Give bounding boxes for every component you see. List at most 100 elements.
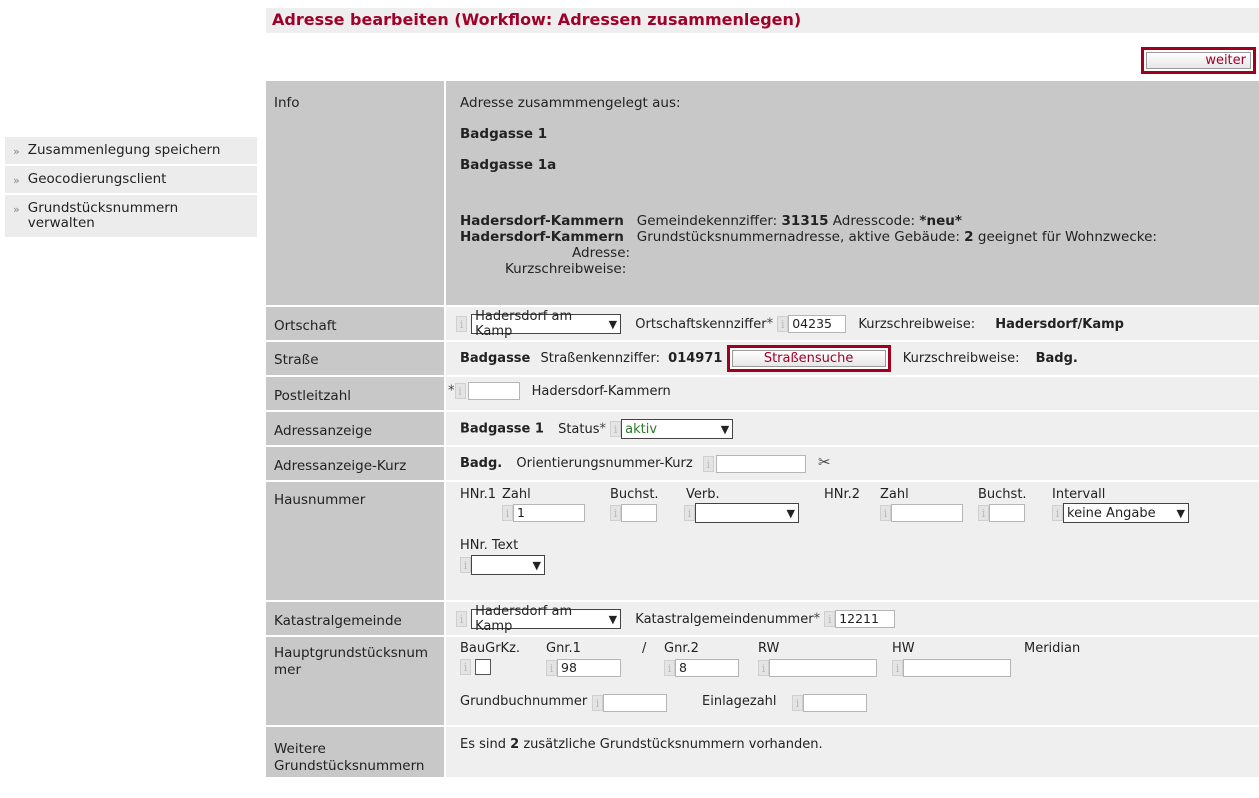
zahl-field-group: i1 xyxy=(502,504,585,522)
info-icon[interactable]: i xyxy=(684,505,695,521)
gnr2-input[interactable]: 8 xyxy=(675,659,739,677)
hw-field-group: i xyxy=(892,659,1011,677)
intervall-select[interactable]: keine Angabe ▼ xyxy=(1063,503,1189,523)
strasse-label: Straße xyxy=(266,342,444,375)
hausnummer-label: Hausnummer xyxy=(266,482,444,600)
baugrkz-checkbox[interactable] xyxy=(475,659,491,675)
hw-input[interactable] xyxy=(903,659,1011,677)
zahl-input[interactable]: 1 xyxy=(513,504,585,522)
katastralgemeinde-select-value: Hadersdorf am Kamp xyxy=(475,604,573,634)
hnr-text-label: HNr. Text xyxy=(460,538,519,553)
ortschaft-kurz-value: Hadersdorf/Kamp xyxy=(995,316,1124,332)
rw-input[interactable] xyxy=(769,659,877,677)
adressanzeige-value: Badgasse 1 Status* i aktiv ▼ xyxy=(446,412,1259,445)
info-icon[interactable]: i xyxy=(777,316,789,332)
katastralgemeinde-select[interactable]: Hadersdorf am Kamp ▼ xyxy=(471,604,622,634)
orientierungsnummer-kurz-label: Orientierungsnummer-Kurz xyxy=(516,456,693,471)
merged-address-2: Badgasse 1a xyxy=(460,157,557,173)
info-icon[interactable]: i xyxy=(456,611,467,627)
info-icon[interactable]: i xyxy=(610,421,622,437)
sidebar-item-label: Zusammenlegung speichern xyxy=(27,142,221,158)
required-marker: * xyxy=(813,611,821,627)
info-icon[interactable]: i xyxy=(978,505,989,521)
buchst-input[interactable] xyxy=(621,504,657,522)
einlagezahl-input[interactable] xyxy=(803,694,867,712)
scissors-icon[interactable]: ✂ xyxy=(818,453,831,471)
adressanzeige-label: Adressanzeige xyxy=(266,412,444,445)
info-icon[interactable]: i xyxy=(664,660,675,676)
info-icon[interactable]: i xyxy=(824,611,836,627)
zahl2-input[interactable] xyxy=(891,504,963,522)
info-icon[interactable]: i xyxy=(892,660,903,676)
adresscode-value: *neu* xyxy=(919,213,962,229)
info-icon[interactable]: i xyxy=(758,660,769,676)
hauptgrundstuecksnummer-value: BauGrKz. i Gnr.1 i 98 / Gnr.2 i8 RW i HW … xyxy=(446,637,1259,725)
gnr1-input[interactable]: 98 xyxy=(557,659,621,677)
postleitzahl-ort: Hadersdorf-Kammern xyxy=(531,383,671,399)
double-chevron-right-icon: » xyxy=(13,203,20,216)
ortschaftskennziffer-input[interactable]: 04235 xyxy=(788,315,847,333)
adressanzeige-kurz-value: Badg. Orientierungsnummer-Kurz i ✂ xyxy=(446,447,1259,480)
info-icon[interactable]: i xyxy=(1052,505,1063,521)
hauptgrundstuecksnummer-row: Hauptgrundstücksnummer BauGrKz. i Gnr.1 … xyxy=(266,637,1259,727)
katastralgemeindenummer-label: Katastralgemeindenummer xyxy=(635,611,814,627)
merged-from-text: Adresse zusammmengelegt aus: xyxy=(460,95,681,111)
meridian-label: Meridian xyxy=(1024,641,1081,656)
info-icon[interactable]: i xyxy=(460,659,471,675)
verb-select[interactable]: ▼ xyxy=(695,503,799,523)
grundbuchnummer-label: Grundbuchnummer xyxy=(460,694,588,709)
hnr2-label: HNr.2 xyxy=(824,487,861,502)
buchst2-input[interactable] xyxy=(989,504,1025,522)
buchst2-field-group: i xyxy=(978,504,1025,522)
strasse-kurz-value: Badg. xyxy=(1035,351,1078,366)
double-chevron-right-icon: » xyxy=(13,174,20,187)
ortschaft-value: i Hadersdorf am Kamp ▼ Ortschaftskennziff… xyxy=(446,307,1259,340)
postleitzahl-row: Postleitzahl * i Hadersdorf-Kammern xyxy=(266,377,1259,412)
adressanzeige-row: Adressanzeige Badgasse 1 Status* i aktiv ▼ xyxy=(266,412,1259,447)
info-icon[interactable]: i xyxy=(502,505,513,521)
info-icon[interactable]: i xyxy=(456,316,467,332)
info-icon[interactable]: i xyxy=(454,383,466,399)
info-icon[interactable]: i xyxy=(460,557,471,573)
info-icon[interactable]: i xyxy=(592,695,603,711)
strassenkennziffer-label: Straßenkennziffer: xyxy=(540,351,661,366)
sidebar-item-zusammenlegung-speichern[interactable]: » Zusammenlegung speichern xyxy=(5,137,257,166)
weiter-button[interactable]: weiter xyxy=(1146,52,1251,69)
katastralgemeinde-row: Katastralgemeinde i Hadersdorf am Kamp ▼ … xyxy=(266,602,1259,637)
sidebar-item-geocodierungsclient[interactable]: » Geocodierungsclient xyxy=(5,166,257,195)
chevron-down-icon: ▼ xyxy=(608,317,618,331)
sidebar-item-grundstuecksnummern-verwalten[interactable]: » Grundstücksnummern verwalten xyxy=(5,195,257,239)
hw-label: HW xyxy=(892,641,915,656)
aktive-gebaeude-count: 2 xyxy=(964,229,974,245)
weitere-text-2: zusätzliche Grundstücksnummern vorhanden… xyxy=(523,737,823,752)
hausnummer-row: Hausnummer HNr.1 Zahl i1 Buchst. i Verb.… xyxy=(266,482,1259,602)
grundstuecksnummernadresse-label: Grundstücksnummernadresse, aktive Gebäud… xyxy=(636,229,960,245)
weitere-grundstuecksnummern-row: Weitere Grundstücksnummern Es sind 2 zus… xyxy=(266,727,1259,779)
ortschaft-select[interactable]: Hadersdorf am Kamp ▼ xyxy=(471,309,622,339)
info-icon[interactable]: i xyxy=(792,695,803,711)
strassenkennziffer-value: 014971 xyxy=(668,351,723,366)
ortschaft-select-value: Hadersdorf am Kamp xyxy=(475,309,573,339)
info-icon[interactable]: i xyxy=(546,660,557,676)
sidebar-item-label: Grundstücksnummern verwalten xyxy=(27,200,179,231)
grundbuchnummer-input[interactable] xyxy=(603,694,667,712)
zahl2-label: Zahl xyxy=(880,487,909,502)
katastralgemeindenummer-input[interactable]: 12211 xyxy=(835,610,896,628)
chevron-down-icon: ▼ xyxy=(720,422,730,436)
adresse-label: Adresse: xyxy=(572,245,631,261)
orientierungsnummer-kurz-input[interactable] xyxy=(715,454,806,473)
required-marker: * xyxy=(599,421,607,437)
hnr-text-select[interactable]: ▼ xyxy=(471,555,545,575)
buchst-label: Buchst. xyxy=(610,487,659,502)
chevron-down-icon: ▼ xyxy=(608,612,618,626)
info-icon[interactable]: i xyxy=(880,505,891,521)
strasse-name: Badgasse xyxy=(460,351,531,366)
info-icon[interactable]: i xyxy=(610,505,621,521)
postleitzahl-input[interactable] xyxy=(467,382,520,400)
strassensuche-button[interactable]: Straßensuche xyxy=(731,350,886,367)
status-select[interactable]: aktiv ▼ xyxy=(621,419,734,439)
gnr-slash: / xyxy=(642,641,647,656)
info-icon[interactable]: i xyxy=(702,455,714,472)
chevron-down-icon: ▼ xyxy=(1176,506,1185,520)
info-details: Hadersdorf-Kammern Gemeindekennziffer: 3… xyxy=(460,213,1245,277)
